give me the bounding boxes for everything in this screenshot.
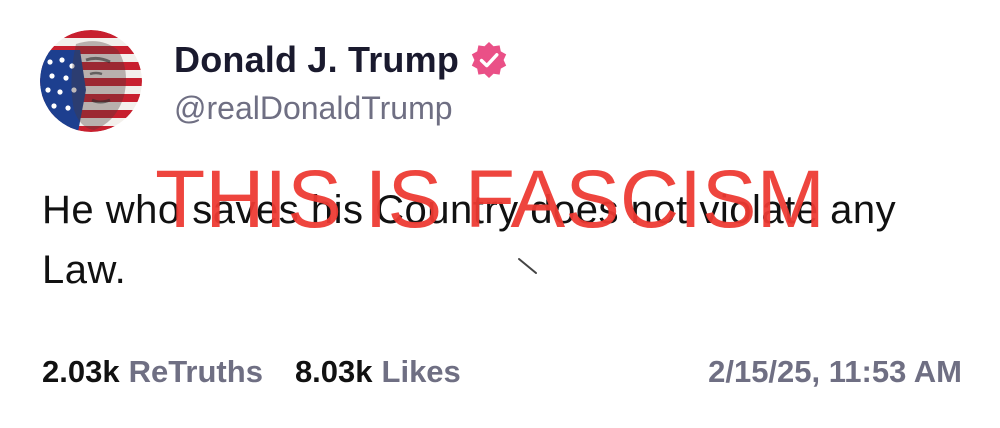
overlay-caption: THIS IS FASCISM: [155, 154, 825, 245]
likes-label: Likes: [381, 354, 461, 389]
author-handle[interactable]: @realDonaldTrump: [174, 90, 453, 127]
likes-count: 8.03k: [294, 354, 373, 389]
verified-badge-icon: [469, 40, 509, 80]
author-name-row: Donald J. Trump: [174, 38, 509, 82]
post-timestamp[interactable]: 2/15/25, 11:53 AM: [708, 354, 962, 390]
retruths-stat[interactable]: 2.03k ReTruths: [42, 354, 263, 390]
likes-stat[interactable]: 8.03k Likes: [295, 354, 461, 390]
retruths-label: ReTruths: [128, 354, 263, 389]
avatar[interactable]: [40, 30, 142, 132]
post-stats-bar: 2.03k ReTruths 8.03k Likes 2/15/25, 11:5…: [42, 350, 962, 394]
stray-mark: [518, 258, 537, 274]
author-display-name[interactable]: Donald J. Trump: [174, 39, 459, 81]
avatar-flag-portrait-icon: [40, 30, 142, 132]
truth-social-post: Donald J. Trump @realDonaldTrump He who …: [0, 0, 1000, 428]
retruths-count: 2.03k: [42, 354, 120, 389]
